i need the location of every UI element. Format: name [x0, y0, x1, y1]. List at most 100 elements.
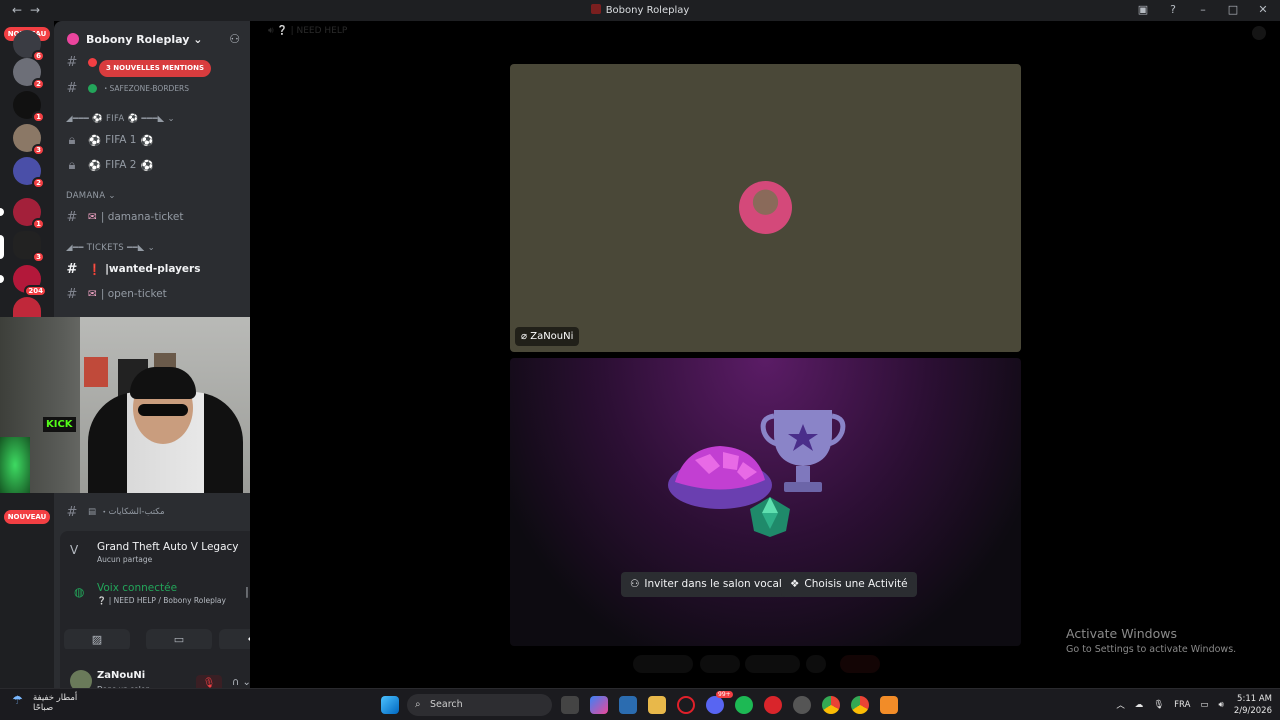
new-badge[interactable]: NOUVEAU [4, 510, 50, 524]
server-icon[interactable]: 1 [13, 198, 45, 230]
server-icon[interactable]: 3 [13, 231, 45, 263]
app-icon [590, 4, 601, 14]
system-tray: ︿ ☁ 🎙︎ FRA ▭ 🔊︎ 5:11 AM 2/9/2026 [1116, 693, 1272, 717]
participant-name-tag: ⌀ ZaNouNi [515, 327, 580, 346]
microphone-icon[interactable]: 🎙︎ [1153, 700, 1164, 710]
hash-icon: # [66, 80, 78, 96]
share-screen-button[interactable]: ▭ [146, 629, 212, 651]
category-fifa[interactable]: ◢━━━ ⚽ FIFA ⚽ ━━━◣ ⌄ [66, 114, 175, 124]
choose-activity-button[interactable]: ❖ Choisis une Activité [781, 572, 917, 597]
participant-avatar [739, 181, 792, 234]
server-icon[interactable]: 6 [13, 30, 45, 62]
headphones-icon[interactable]: ∩ ⌄ [232, 677, 251, 688]
leave-call-control[interactable] [840, 655, 880, 673]
channel-open-ticket[interactable]: # ✉ | open-ticket [62, 283, 242, 305]
hash-icon: # [66, 286, 78, 302]
clock[interactable]: 5:11 AM 2/9/2026 [1234, 693, 1272, 717]
channel-complaints[interactable]: # ▤ ・ مكتب-الشكايات [62, 501, 242, 523]
help-icon[interactable]: ? [1166, 3, 1180, 16]
server-icon[interactable]: 1 [13, 91, 45, 123]
share-control[interactable] [745, 655, 800, 673]
channel-damana-ticket[interactable]: # ✉ | damana-ticket [62, 206, 242, 228]
search-box[interactable]: ⌕ Search [407, 694, 552, 716]
minimize-button[interactable]: – [1196, 3, 1210, 16]
chat-icon[interactable] [1252, 26, 1266, 40]
signal-icon: ◍ [74, 585, 85, 599]
volume-icon[interactable]: 🔊︎ [1218, 700, 1223, 710]
username[interactable]: ZaNouNi [97, 670, 145, 681]
file-explorer-icon[interactable] [648, 696, 666, 714]
game-icon: V [70, 543, 79, 557]
unread-indicator [0, 275, 4, 283]
chevron-up-icon[interactable]: ︿ [1116, 699, 1125, 711]
add-user-icon: ⚇ [630, 578, 640, 590]
chevron-down-icon: ⌄ [189, 32, 203, 46]
channel-fifa-2[interactable]: 🔒︎ ⚽ FIFA 2 ⚽ [62, 154, 242, 176]
led-light [0, 437, 30, 493]
mail-icon: ✉ [88, 288, 97, 300]
channel-safezone[interactable]: # ・ SAFEZONE-BORDERS [62, 77, 242, 99]
invite-user-icon[interactable]: ⚇ [229, 32, 240, 46]
chrome-icon[interactable] [851, 696, 869, 714]
camera-control[interactable] [700, 655, 740, 673]
activation-watermark: Activate Windows Go to Settings to activ… [1066, 626, 1237, 655]
more-control[interactable] [806, 655, 826, 673]
alert-icon: ❗ [88, 263, 102, 276]
hash-icon: # [66, 209, 78, 225]
invite-voice-button[interactable]: ⚇ Inviter dans le salon vocal [621, 572, 791, 597]
server-icon[interactable]: 3 [13, 124, 45, 156]
copilot-icon[interactable] [590, 696, 608, 714]
search-icon: ⌕ [415, 699, 421, 710]
network-icon[interactable]: ▭ [1200, 700, 1208, 710]
camera-off-button[interactable]: ▨ [64, 629, 130, 651]
maximize-button[interactable]: □ [1226, 3, 1240, 16]
taskbar: ☂ أمطار خفيفة صباحًا ⌕ Search 99+ ︿ ☁ 🎙︎ … [0, 688, 1280, 720]
spotify-icon[interactable] [735, 696, 753, 714]
lock-icon: 🔒︎ [68, 157, 76, 173]
voice-status[interactable]: Voix connectée [97, 582, 177, 594]
mail-icon: ✉ [88, 211, 97, 223]
hash-icon: # [66, 504, 78, 520]
channel-fifa-1[interactable]: 🔒︎ ⚽ FIFA 1 ⚽ [62, 129, 242, 151]
chrome-icon[interactable] [822, 696, 840, 714]
inbox-icon[interactable]: ▣ [1136, 3, 1150, 16]
opera-icon[interactable] [677, 696, 695, 714]
onedrive-icon[interactable]: ☁ [1135, 700, 1144, 710]
close-button[interactable]: ✕ [1256, 3, 1270, 16]
rain-icon: ☂ [12, 693, 23, 707]
channel-emoji [88, 57, 97, 67]
mic-control[interactable] [633, 655, 693, 673]
weather-widget[interactable]: ☂ أمطار خفيفة صباحًا [12, 693, 77, 713]
task-view-icon[interactable] [561, 696, 579, 714]
participant-tile[interactable]: ⌀ ZaNouNi [510, 64, 1021, 352]
start-icon[interactable] [381, 696, 399, 714]
voice-channel[interactable]: ❔ | NEED HELP / Bobony Roleplay [97, 596, 226, 605]
new-mentions-pill[interactable]: 3 NOUVELLES MENTIONS [99, 60, 212, 77]
app-icon[interactable] [793, 696, 811, 714]
channel-wanted-players[interactable]: # ❗ | wanted-players [62, 258, 242, 280]
window-title: Bobony Roleplay [0, 4, 1280, 16]
share-status: Aucun partage [97, 555, 153, 564]
server-icon[interactable] [13, 297, 41, 317]
channel-emoji [88, 83, 97, 93]
discord-icon[interactable]: 99+ [706, 691, 733, 714]
category-damana[interactable]: DAMANA ⌄ [66, 191, 116, 201]
kick-sign: KICK [43, 417, 76, 432]
app-icon[interactable] [880, 696, 898, 714]
discord-badge: 99+ [716, 691, 733, 698]
server-icon[interactable]: 204 [13, 265, 47, 297]
mic-muted-icon: ⌀ [521, 331, 528, 342]
store-icon[interactable] [619, 696, 637, 714]
game-title: Grand Theft Auto V Legacy [97, 541, 239, 553]
category-tickets[interactable]: ◢━━ TICKETS ━━◣ ⌄ [66, 243, 155, 253]
stage-header: 🔊︎ ❔ | NEED HELP [268, 26, 348, 36]
person-hair [130, 367, 196, 399]
server-icon[interactable]: 2 [13, 157, 45, 189]
language-indicator[interactable]: FRA [1174, 700, 1190, 710]
activities-icon: ❖ [790, 578, 800, 590]
server-icon[interactable]: 2 [13, 58, 45, 90]
hash-icon: # [66, 54, 78, 70]
app-icon[interactable] [764, 696, 782, 714]
selected-indicator [0, 235, 4, 259]
trophy-illustration [760, 410, 846, 492]
